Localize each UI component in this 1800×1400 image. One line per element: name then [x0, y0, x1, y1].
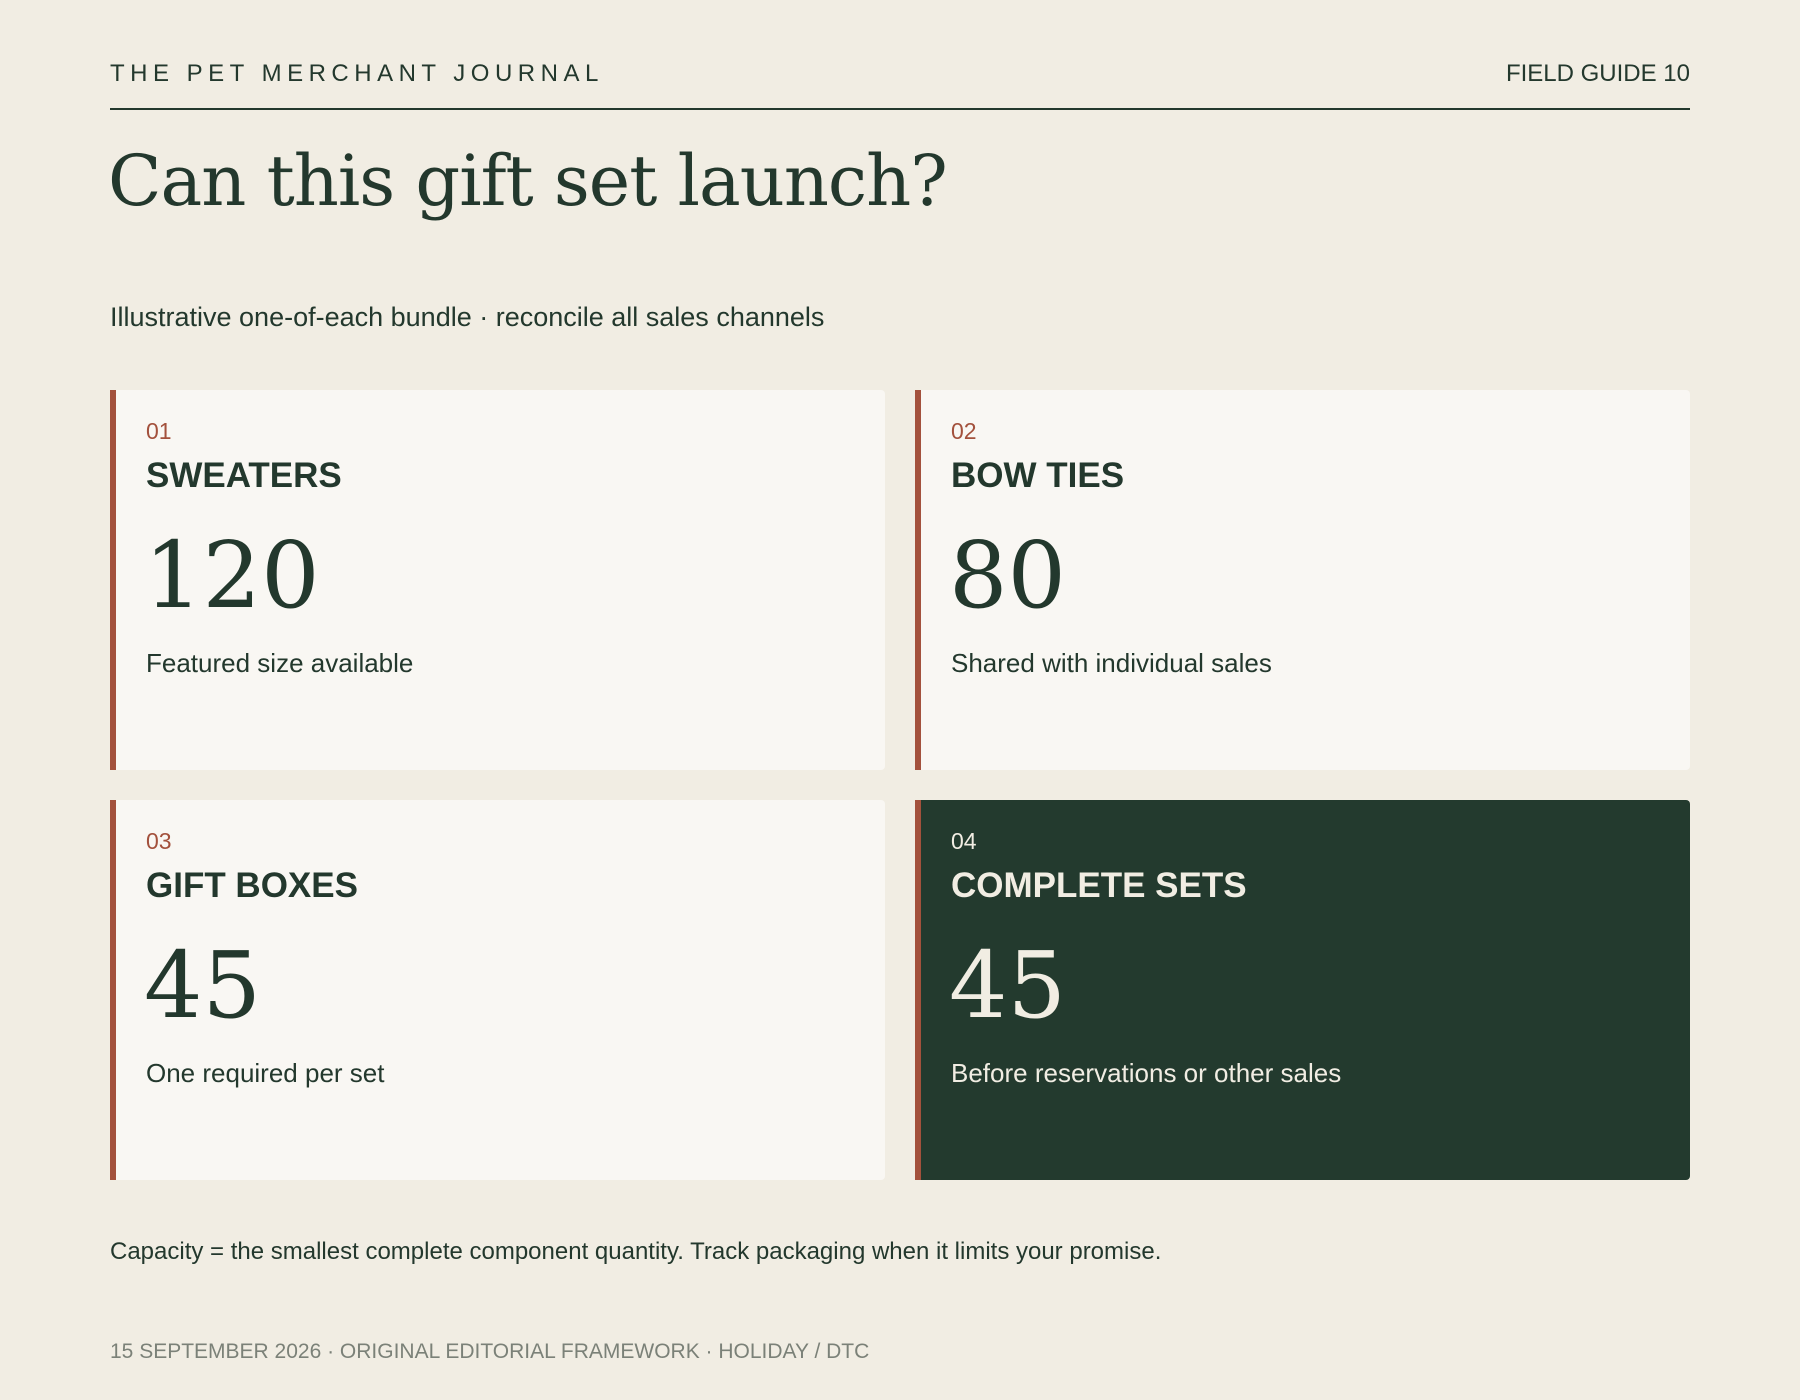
card-label: COMPLETE SETS [951, 866, 1247, 905]
card-number: 01 [146, 418, 172, 444]
masthead: THE PET MERCHANT JOURNAL FIELD GUIDE 10 [110, 58, 1690, 110]
subtitle: Illustrative one-of-each bundle · reconc… [110, 302, 825, 332]
card-note: Before reservations or other sales [951, 1058, 1342, 1088]
card-number: 02 [951, 418, 977, 444]
card-note: One required per set [146, 1058, 385, 1088]
card-value: 80 [949, 522, 1067, 629]
card-sweaters: 01 SWEATERS 120 Featured size available [110, 390, 885, 770]
card-note: Shared with individual sales [951, 648, 1272, 678]
card-value: 120 [144, 522, 320, 629]
metric-cards: 01 SWEATERS 120 Featured size available … [110, 390, 1690, 1180]
card-gift-boxes: 03 GIFT BOXES 45 One required per set [110, 800, 885, 1180]
card-number: 03 [146, 828, 172, 854]
card-number: 04 [951, 828, 977, 854]
card-note: Featured size available [146, 648, 414, 678]
footer-meta: 15 SEPTEMBER 2026 · ORIGINAL EDITORIAL F… [110, 1340, 870, 1363]
capacity-footnote: Capacity = the smallest complete compone… [110, 1238, 1162, 1265]
journal-name: THE PET MERCHANT JOURNAL [110, 60, 604, 87]
card-bow-ties: 02 BOW TIES 80 Shared with individual sa… [915, 390, 1690, 770]
page-title: Can this gift set launch? [108, 140, 948, 222]
card-value: 45 [949, 932, 1067, 1039]
issue-label: FIELD GUIDE 10 [1505, 60, 1690, 87]
card-label: GIFT BOXES [146, 866, 358, 905]
card-complete-sets: 04 COMPLETE SETS 45 Before reservations … [915, 800, 1690, 1180]
card-label: SWEATERS [146, 456, 342, 495]
card-value: 45 [144, 932, 262, 1039]
card-label: BOW TIES [951, 456, 1125, 495]
